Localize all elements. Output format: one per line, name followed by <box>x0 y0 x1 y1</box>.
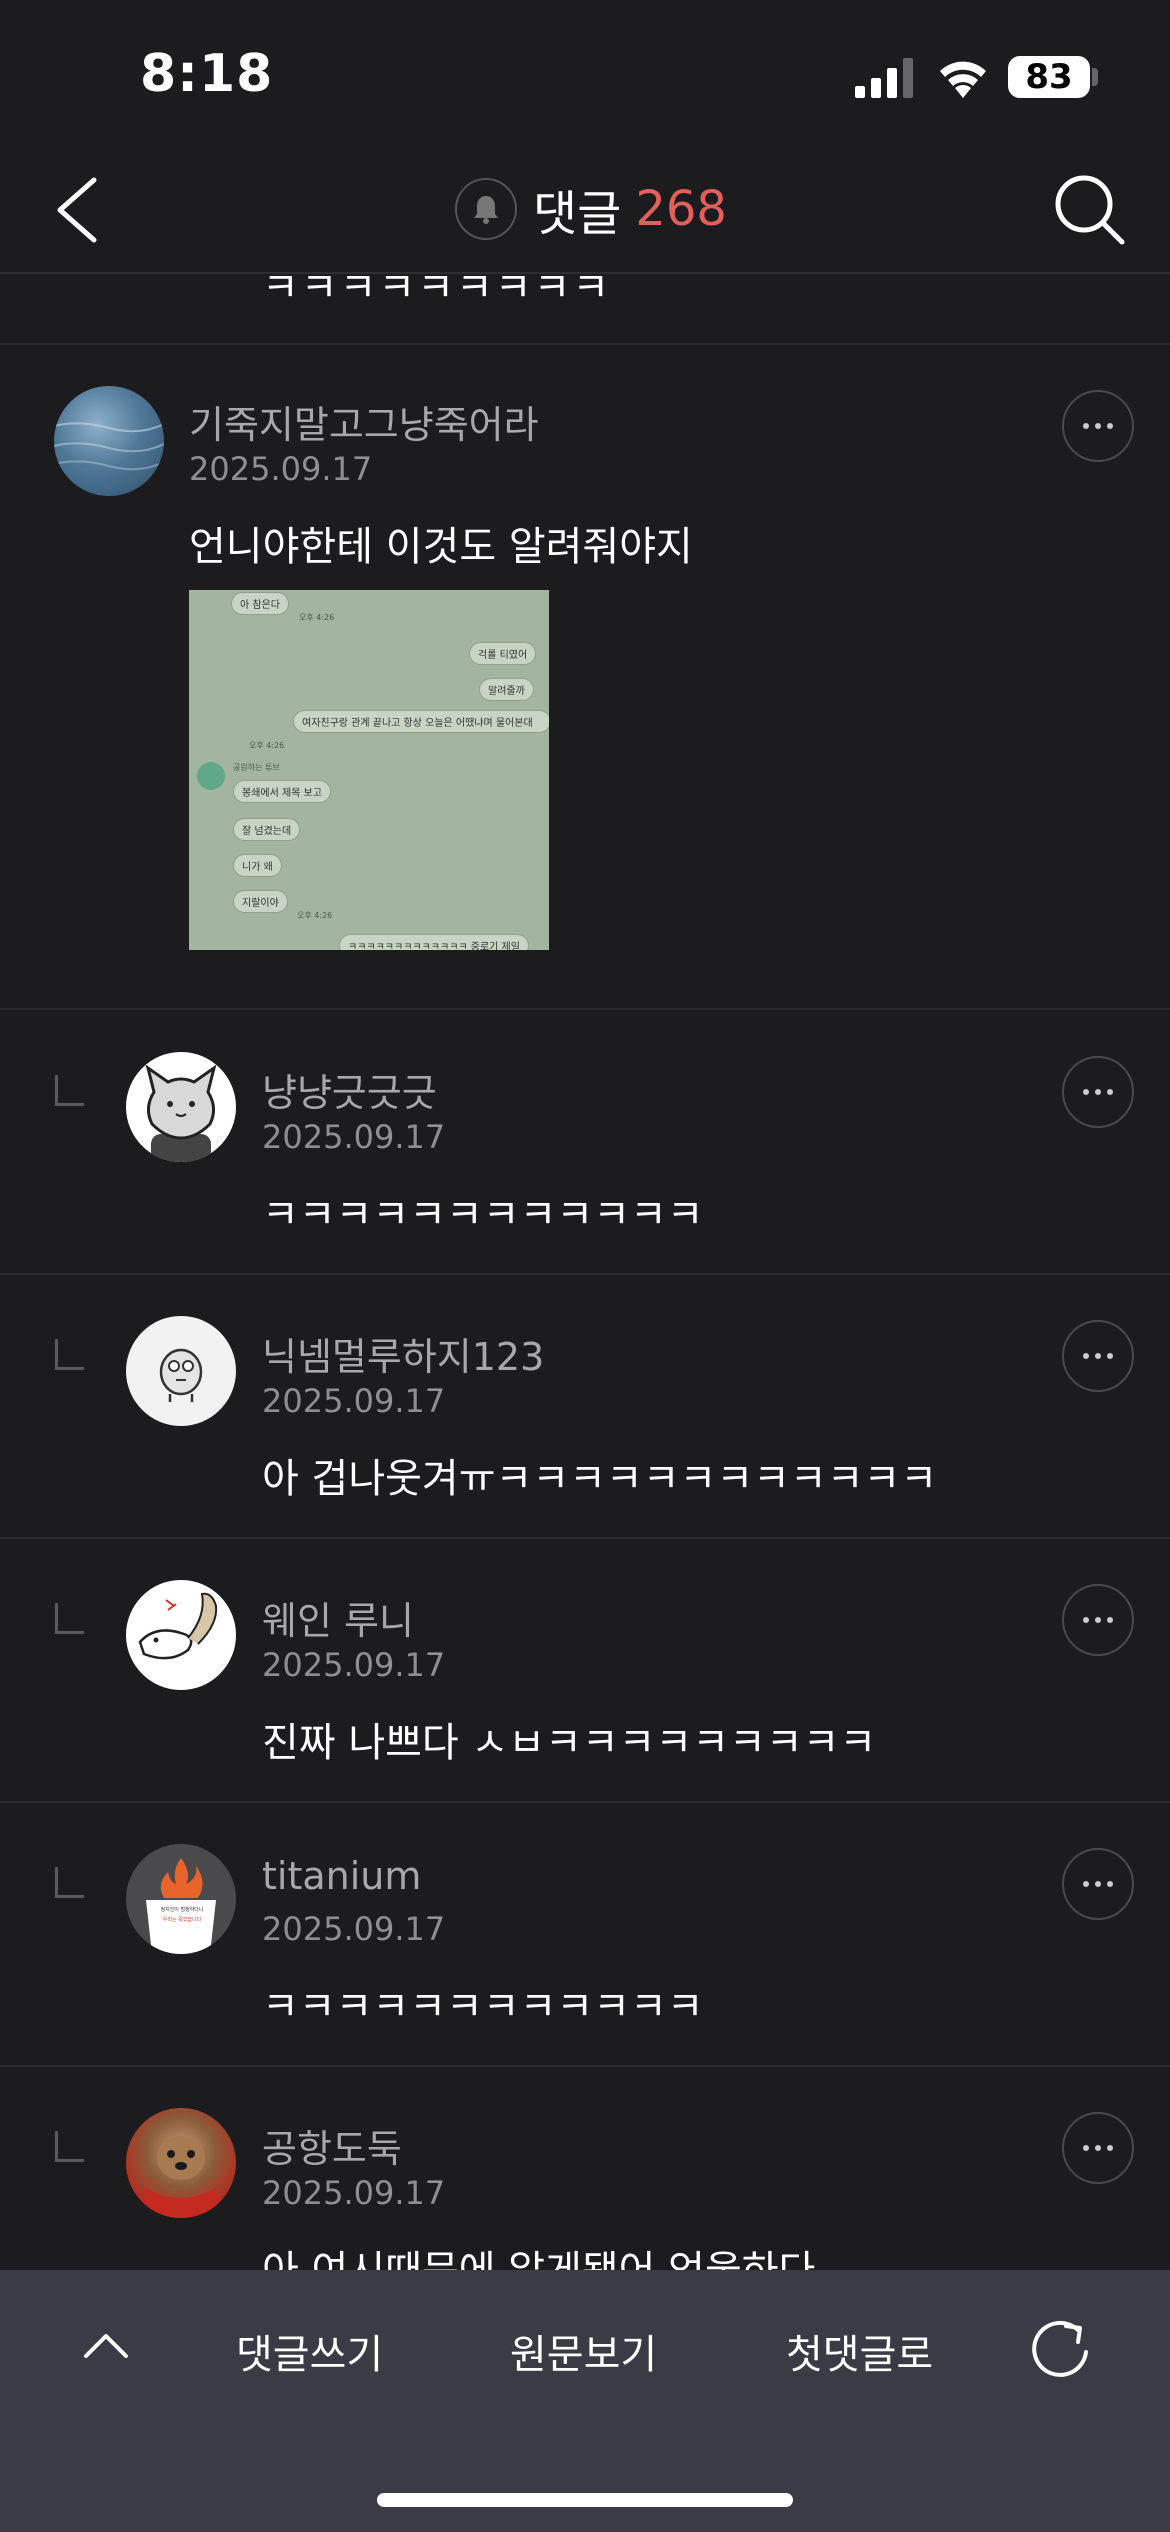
divider <box>0 1008 1170 1010</box>
dog-avatar-icon <box>141 2136 221 2218</box>
comment-author[interactable]: 닉넴멀루하지123 <box>262 1326 544 1381</box>
write-comment-button[interactable]: 댓글쓰기 <box>236 2322 383 2380</box>
chat-bubble: ㅋㅋㅋㅋㅋㅋㅋㅋㅋㅋㅋㅋㅋ 중로기 제일 <box>339 934 529 950</box>
battery-tip <box>1092 68 1098 86</box>
comment-count: 268 <box>635 181 727 237</box>
comment-author[interactable]: titanium <box>262 1854 421 1898</box>
chat-bubble: 지랄이야 <box>233 890 288 913</box>
avatar[interactable] <box>126 1316 236 1426</box>
character-avatar-icon <box>159 1348 203 1402</box>
avatar-caption: 우리는 죽었습니다 <box>162 1917 202 1923</box>
avatar[interactable]: 정치인이 멍청하다니 우리는 죽었습니다 <box>126 1844 236 1954</box>
chat-bubble: 잘 넘겼는데 <box>233 818 301 841</box>
search-icon[interactable] <box>1050 170 1130 250</box>
chat-time: 오후 4:26 <box>299 613 335 622</box>
chat-bubble: 아 참은다 <box>231 592 289 615</box>
avatar-caption: 정치인이 멍청하다니 <box>160 1907 204 1913</box>
divider <box>0 1273 1170 1275</box>
divider <box>0 2065 1170 2067</box>
previous-comment-text: ㅋㅋㅋㅋㅋㅋㅋㅋㅋ <box>262 265 612 311</box>
cellular-signal-icon <box>855 58 913 98</box>
page-title: 댓글 <box>533 186 622 242</box>
drawing-avatar-icon <box>138 1592 218 1660</box>
chat-time: 오후 4:26 <box>297 911 333 920</box>
comment-date: 2025.09.17 <box>262 2174 446 2212</box>
divider <box>0 343 1170 345</box>
comment-image-attachment[interactable]: 아 참은다 오후 4:26 걱롤 티였어 알려줄까 여자친구랑 관계 끝나고 항… <box>189 590 549 950</box>
more-options-button[interactable] <box>1062 1320 1134 1392</box>
comment-date: 2025.09.17 <box>262 1382 446 1420</box>
more-options-button[interactable] <box>1062 2112 1134 2184</box>
home-indicator[interactable] <box>377 2493 793 2507</box>
comment-text: ㅋㅋㅋㅋㅋㅋㅋㅋㅋㅋㅋㅋ <box>262 1984 704 2030</box>
avatar[interactable] <box>126 1580 236 1690</box>
avatar[interactable] <box>126 2108 236 2218</box>
status-time: 8:18 <box>140 44 274 104</box>
chat-avatar <box>197 762 225 790</box>
comment-date: 2025.09.17 <box>262 1910 446 1948</box>
wifi-icon <box>940 61 986 98</box>
avatar-pattern <box>54 422 164 471</box>
view-original-button[interactable]: 원문보기 <box>510 2322 657 2380</box>
chat-bubble: 걱롤 티였어 <box>469 642 537 665</box>
avatar[interactable] <box>54 386 164 496</box>
comment-date: 2025.09.17 <box>262 1118 446 1156</box>
notification-bell-button[interactable] <box>455 178 517 240</box>
comment-text: 언니야한테 이것도 알려줘야지 <box>189 524 693 570</box>
avatar[interactable] <box>126 1052 236 1162</box>
chat-time: 오후 4:26 <box>249 741 285 750</box>
status-bar: 8:18 83 <box>0 0 1170 150</box>
more-options-button[interactable] <box>1062 390 1134 462</box>
comment-author[interactable]: 기죽지말고그냥죽어라 <box>189 394 539 449</box>
comment-date: 2025.09.17 <box>189 450 373 488</box>
reply-indicator-icon <box>55 1867 84 1898</box>
reply-indicator-icon <box>55 1075 84 1106</box>
comment-text: 아 겁나웃겨ㅠㅋㅋㅋㅋㅋㅋㅋㅋㅋㅋㅋㅋ <box>262 1456 938 1502</box>
more-options-button[interactable] <box>1062 1584 1134 1656</box>
reply-indicator-icon <box>55 1603 84 1634</box>
first-comment-button[interactable]: 첫댓글로 <box>786 2322 933 2380</box>
chat-bubble: 여자친구랑 관계 끝나고 항상 오늘은 어땠냐며 물어본대 <box>293 710 549 733</box>
back-icon[interactable] <box>50 172 110 248</box>
reply-indicator-icon <box>55 2131 84 2162</box>
bell-icon <box>474 196 498 224</box>
comment-text: ㅋㅋㅋㅋㅋㅋㅋㅋㅋㅋㅋㅋ <box>262 1192 704 1238</box>
comment-text: 진짜 나쁘다 ㅅㅂㅋㅋㅋㅋㅋㅋㅋㅋㅋ <box>262 1720 877 1766</box>
chevron-up-icon[interactable] <box>82 2330 130 2360</box>
comment-author[interactable]: 공항도둑 <box>262 2118 402 2173</box>
refresh-icon[interactable] <box>1030 2316 1094 2380</box>
nav-title: 댓글 268 <box>455 174 727 244</box>
chat-bubble: 봉쇄에서 제목 보고 <box>233 780 331 803</box>
comment-date: 2025.09.17 <box>262 1646 446 1684</box>
comment-author[interactable]: 웨인 루니 <box>262 1590 414 1645</box>
fire-sign-avatar-icon <box>146 1858 216 1954</box>
comment-author[interactable]: 냥냥긋긋긋 <box>262 1062 437 1117</box>
chat-bubble: 알려줄까 <box>479 678 534 701</box>
chat-bubble: 니가 왜 <box>233 854 282 877</box>
more-options-button[interactable] <box>1062 1848 1134 1920</box>
battery-indicator: 83 <box>1008 56 1090 98</box>
reply-indicator-icon <box>55 1339 84 1370</box>
more-options-button[interactable] <box>1062 1056 1134 1128</box>
cat-avatar-icon <box>145 1064 217 1162</box>
divider <box>0 1801 1170 1803</box>
chat-sender: 공원하는 튜브 <box>233 763 280 772</box>
divider <box>0 1537 1170 1539</box>
